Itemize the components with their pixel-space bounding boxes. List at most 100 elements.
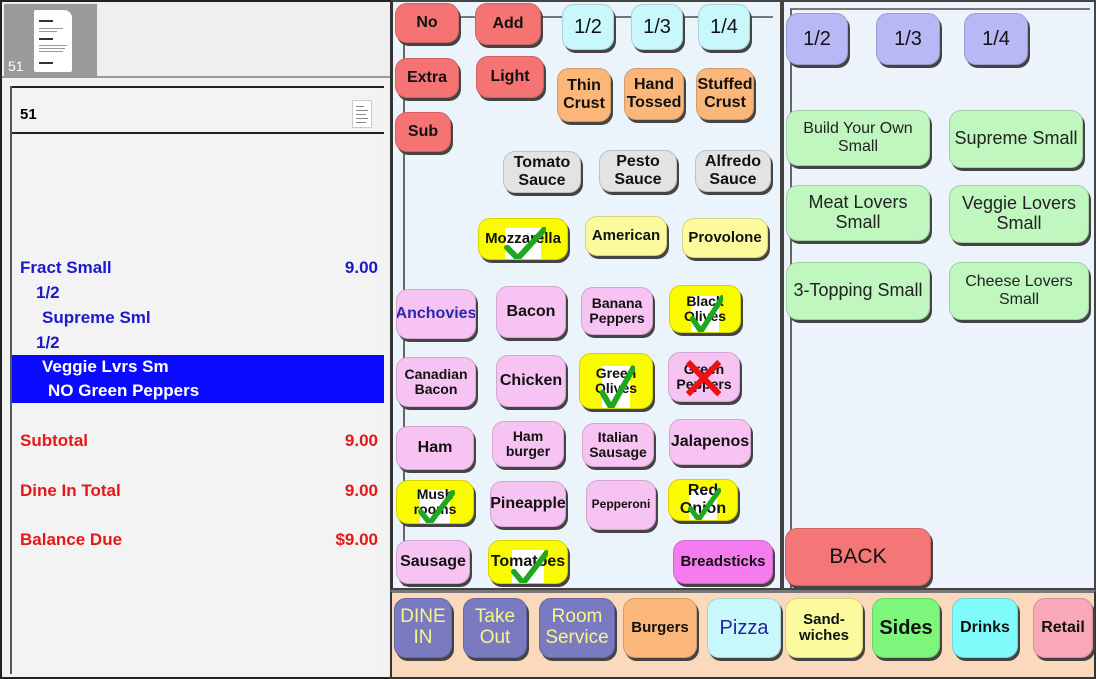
topping-chicken-button-label: Chicken [499,372,563,390]
topping-pepperoni-button[interactable]: Pepperoni [586,480,656,530]
order-line-item-selected[interactable]: Veggie Lvrs Sm [12,355,384,379]
topping-ham-burger-button-label: Ham burger [505,427,551,459]
topping-anchovies-button[interactable]: Anchovies [396,289,476,339]
topping-red-onion-button-label: Red Onion [679,482,727,517]
pizza-cheese-lovers-small-button-label: Cheese Lovers Small [965,273,1073,308]
topping-canadian-bacon-button-label: Canadian Bacon [404,365,468,397]
pizza-veggie-lovers-small-button[interactable]: Veggie Lovers Small [949,185,1089,243]
fraction-4-button-label: 1/4 [710,16,738,38]
dine-in-total-row: Dine In Total 9.00 [20,481,378,500]
sauce-alfredo-sauce-button-label: Alfredo Sauce [705,153,761,188]
fraction-4-button[interactable]: 1/4 [698,4,750,50]
crust-stuffed-crust-button[interactable]: Stuffed Crust [696,68,754,120]
category-sand-wiches-button[interactable]: Sand- wiches [785,598,863,658]
cheese-mozzarella-button[interactable]: Mozzarella [478,218,568,260]
balance-due-row: Balance Due $9.00 [20,530,378,549]
breadsticks-button[interactable]: Breadsticks [673,540,773,584]
sauce-tomato-sauce-button-label: Tomato Sauce [513,154,571,189]
fraction-3-button[interactable]: 1/3 [631,4,683,50]
order-ticket: 51 Fract Small 9.00 1/2 Supreme Sml 1/2 … [10,86,384,674]
sauce-tomato-sauce-button[interactable]: Tomato Sauce [503,151,581,193]
pizza-cheese-lovers-small-button[interactable]: Cheese Lovers Small [949,262,1089,320]
modifier-light-button[interactable]: Light [476,56,544,98]
cheese-mozzarella-button-label: Mozzarella [485,229,561,247]
topping-bacon-button[interactable]: Bacon [496,286,566,338]
pizza-supreme-small-button[interactable]: Supreme Small [949,110,1083,168]
topping-mush-rooms-button-label: Mush rooms [413,485,457,517]
category-sides-button-label: Sides [879,617,933,639]
pizza-build-your-own-small-button-label: Build Your Own Small [803,120,913,155]
topping-black-olives-button[interactable]: Black Olives [669,285,741,333]
order-line-modifier-selected[interactable]: NO Green Peppers [12,379,384,403]
topping-ham-burger-button[interactable]: Ham burger [492,421,564,467]
modifier-sub-button[interactable]: Sub [395,112,451,152]
category-drinks-button-label: Drinks [960,619,1010,637]
pizza-fraction-3-button-label: 1/3 [894,28,922,50]
pizza-build-your-own-small-button[interactable]: Build Your Own Small [786,110,930,166]
modifier-extra-button[interactable]: Extra [395,58,459,98]
topping-italian-sausage-button[interactable]: Italian Sausage [582,423,654,467]
receipt-icon[interactable] [352,100,372,128]
order-panel: 51 51 Fract Small 9.00 1/2 Supreme Sml 1… [0,0,390,679]
receipt-icon [34,10,72,72]
category-pizza-button-label: Pizza [719,617,769,639]
order-line-item[interactable]: Supreme Sml [12,306,384,330]
cheese-american-button[interactable]: American [585,216,667,256]
back-button[interactable]: BACK [785,528,931,586]
category-retail-button-label: Retail [1041,619,1085,637]
topping-red-onion-button[interactable]: Red Onion [668,479,738,521]
modifier-no-button[interactable]: No [395,3,459,43]
category-take-out-button[interactable]: Take Out [463,598,527,658]
pizza-fraction-4-button-label: 1/4 [982,28,1010,50]
category-pizza-button[interactable]: Pizza [707,598,781,658]
category-room-service-button[interactable]: Room Service [539,598,615,658]
topping-banana-peppers-button[interactable]: Banana Peppers [581,287,653,335]
topping-green-olives-button[interactable]: Green Olives [579,353,653,409]
order-tab-strip: 51 [2,2,390,78]
breadsticks-button-label: Breadsticks [680,552,766,570]
crust-thin-crust-button[interactable]: Thin Crust [557,68,611,122]
topping-ham-button[interactable]: Ham [396,426,474,470]
category-dine-in-button[interactable]: DINE IN [394,598,452,658]
topping-black-olives-button-label: Black Olives [683,292,727,324]
topping-tomatoes-button[interactable]: Tomatoes [488,540,568,584]
crust-hand-tossed-button-label: Hand Tossed [626,76,682,111]
sauce-pesto-sauce-button-label: Pesto Sauce [614,153,662,188]
fraction-2-button[interactable]: 1/2 [562,4,614,50]
pizza-fraction-4-button[interactable]: 1/4 [964,13,1028,65]
topping-sausage-button[interactable]: Sausage [396,540,470,584]
topping-canadian-bacon-button[interactable]: Canadian Bacon [396,357,476,407]
category-burgers-button[interactable]: Burgers [623,598,697,658]
sauce-pesto-sauce-button[interactable]: Pesto Sauce [599,150,677,192]
pizza-fraction-2-button-label: 1/2 [803,28,831,50]
pizza-meat-lovers-small-button-label: Meat Lovers Small [808,192,908,232]
topping-tomatoes-button-label: Tomatoes [490,553,566,571]
modifier-add-button[interactable]: Add [475,3,541,45]
order-line-item[interactable]: Fract Small 9.00 [12,256,384,280]
topping-jalapenos-button-label: Jalapenos [670,433,750,451]
order-line-item[interactable]: 1/2 [12,331,384,355]
crust-hand-tossed-button[interactable]: Hand Tossed [624,68,684,120]
topping-pineapple-button-label: Pineapple [490,495,566,513]
category-sides-button[interactable]: Sides [872,598,940,658]
topping-mush-rooms-button[interactable]: Mush rooms [396,480,474,524]
category-retail-button[interactable]: Retail [1033,598,1093,658]
pizza-3-topping-small-button[interactable]: 3-Topping Small [786,262,930,320]
topping-anchovies-button-label: Anchovies [396,305,476,323]
topping-chicken-button[interactable]: Chicken [496,355,566,407]
topping-jalapenos-button[interactable]: Jalapenos [669,419,751,465]
pizza-fraction-3-button[interactable]: 1/3 [876,13,940,65]
cheese-provolone-button-label: Provolone [688,228,762,246]
pizza-fraction-2-button[interactable]: 1/2 [786,13,848,65]
order-line-item[interactable]: 1/2 [12,281,384,305]
topping-green-peppers-button-label: Green Peppers [676,360,732,392]
order-tab[interactable]: 51 [4,4,97,76]
category-drinks-button[interactable]: Drinks [952,598,1018,658]
topping-pineapple-button[interactable]: Pineapple [490,481,566,527]
modifier-extra-button-label: Extra [406,69,448,87]
pizza-meat-lovers-small-button[interactable]: Meat Lovers Small [786,185,930,241]
crust-thin-crust-button-label: Thin Crust [563,77,605,112]
cheese-provolone-button[interactable]: Provolone [682,218,768,258]
topping-green-peppers-button[interactable]: Green Peppers [668,352,740,402]
sauce-alfredo-sauce-button[interactable]: Alfredo Sauce [695,150,771,192]
